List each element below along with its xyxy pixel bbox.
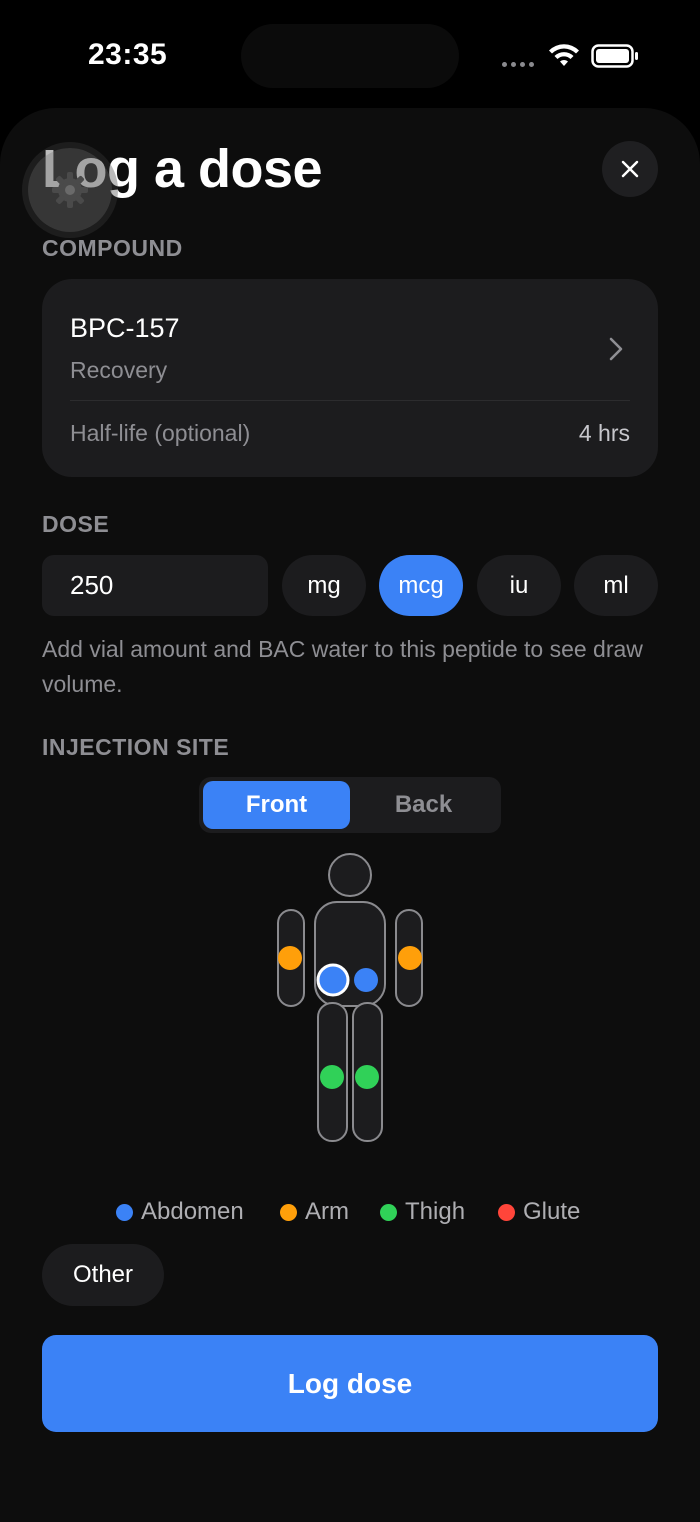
legend-abdomen: Abdomen [116, 1198, 244, 1226]
cellular-signal-icon [502, 62, 534, 67]
site-arm-left[interactable] [278, 946, 302, 970]
unit-mg-button[interactable]: mg [282, 555, 366, 616]
compound-card[interactable]: BPC-157 Recovery Half-life (optional) 4 … [42, 279, 658, 477]
wifi-icon [549, 44, 579, 66]
glute-dot-icon [498, 1203, 515, 1221]
unit-mcg-button[interactable]: mcg [379, 555, 463, 616]
legend-label: Glute [523, 1198, 581, 1225]
site-thigh-left[interactable] [320, 1065, 344, 1089]
legend-glute: Glute [498, 1198, 580, 1226]
legend-label: Thigh [405, 1198, 466, 1225]
legend-label: Arm [305, 1198, 349, 1225]
half-life-label: Half-life (optional) [70, 420, 251, 446]
abdomen-dot-icon [116, 1203, 133, 1221]
site-abdomen-right[interactable] [354, 968, 378, 992]
legend-thigh: Thigh [380, 1198, 465, 1226]
dynamic-island [241, 24, 459, 88]
gear-icon [52, 172, 88, 208]
thigh-dot-icon [380, 1203, 397, 1221]
half-life-value[interactable]: 4 hrs [579, 420, 630, 447]
dose-amount-input[interactable]: 250 [42, 555, 268, 616]
tab-back[interactable]: Back [350, 781, 497, 829]
close-icon [621, 160, 639, 178]
arm-dot-icon [280, 1203, 297, 1221]
close-button[interactable] [602, 141, 658, 197]
site-thigh-right[interactable] [355, 1065, 379, 1089]
tab-front[interactable]: Front [203, 781, 350, 829]
body-head [328, 853, 372, 897]
settings-button[interactable] [28, 148, 112, 232]
legend-label: Abdomen [141, 1198, 244, 1225]
other-site-button[interactable]: Other [42, 1244, 164, 1306]
status-time: 23:35 [88, 38, 168, 71]
compound-name: BPC-157 [70, 313, 180, 343]
compound-category: Recovery [70, 357, 168, 383]
injection-site-section-label: INJECTION SITE [42, 734, 230, 760]
card-divider [70, 400, 630, 401]
legend-arm: Arm [280, 1198, 349, 1226]
compound-section-label: COMPOUND [42, 235, 183, 261]
chevron-right-icon [609, 337, 623, 361]
body-view-segmented-control: Front Back [199, 777, 501, 833]
draw-volume-hint: Add vial amount and BAC water to this pe… [42, 636, 643, 697]
body-map [277, 853, 423, 1142]
log-dose-button[interactable]: Log dose [42, 1335, 658, 1432]
site-arm-right[interactable] [398, 946, 422, 970]
site-abdomen-left-selected[interactable] [316, 963, 350, 997]
unit-ml-button[interactable]: ml [574, 555, 658, 616]
dose-section-label: DOSE [42, 511, 110, 537]
battery-icon [591, 44, 638, 68]
unit-iu-button[interactable]: iu [477, 555, 561, 616]
